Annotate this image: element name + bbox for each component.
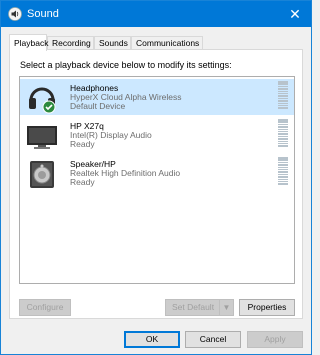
set-default-button[interactable]: Set Default ▼: [165, 299, 234, 316]
device-item-hp-x27q[interactable]: HP X27q Intel(R) Display Audio Ready: [20, 117, 294, 153]
chevron-down-icon[interactable]: ▼: [219, 300, 233, 315]
speaker-title-icon: [8, 7, 22, 21]
device-status: Default Device: [70, 101, 126, 111]
volume-meter: [278, 157, 288, 187]
tab-sounds[interactable]: Sounds: [94, 36, 131, 50]
device-item-headphones[interactable]: Headphones HyperX Cloud Alpha Wireless D…: [20, 79, 294, 115]
properties-button[interactable]: Properties: [239, 299, 295, 316]
monitor-icon: [27, 126, 57, 149]
device-item-speaker-hp[interactable]: Speaker/HP Realtek High Definition Audio…: [20, 155, 294, 191]
device-list[interactable]: Headphones HyperX Cloud Alpha Wireless D…: [19, 76, 295, 284]
configure-button[interactable]: Configure: [19, 299, 71, 316]
tab-recording[interactable]: Recording: [47, 36, 94, 50]
instruction-text: Select a playback device below to modify…: [20, 60, 232, 70]
volume-meter: [278, 119, 288, 149]
set-default-label: Set Default: [172, 302, 215, 312]
tab-communications[interactable]: Communications: [131, 36, 203, 50]
speaker-icon: [30, 161, 54, 188]
close-button[interactable]: ✕: [285, 4, 305, 24]
volume-meter: [278, 81, 288, 111]
sound-dialog: Sound ✕ Playback Recording Sounds Commun…: [0, 0, 312, 355]
cancel-button[interactable]: Cancel: [185, 331, 241, 348]
tab-playback[interactable]: Playback: [9, 34, 49, 51]
headphones-icon: [29, 87, 56, 114]
device-status: Ready: [70, 177, 95, 187]
window-title: Sound: [27, 8, 59, 20]
apply-button[interactable]: Apply: [247, 331, 303, 348]
playback-panel: Select a playback device below to modify…: [9, 49, 303, 319]
device-status: Ready: [70, 139, 95, 149]
close-icon: ✕: [289, 6, 301, 22]
title-bar[interactable]: Sound ✕: [1, 1, 311, 27]
ok-button[interactable]: OK: [124, 331, 180, 348]
